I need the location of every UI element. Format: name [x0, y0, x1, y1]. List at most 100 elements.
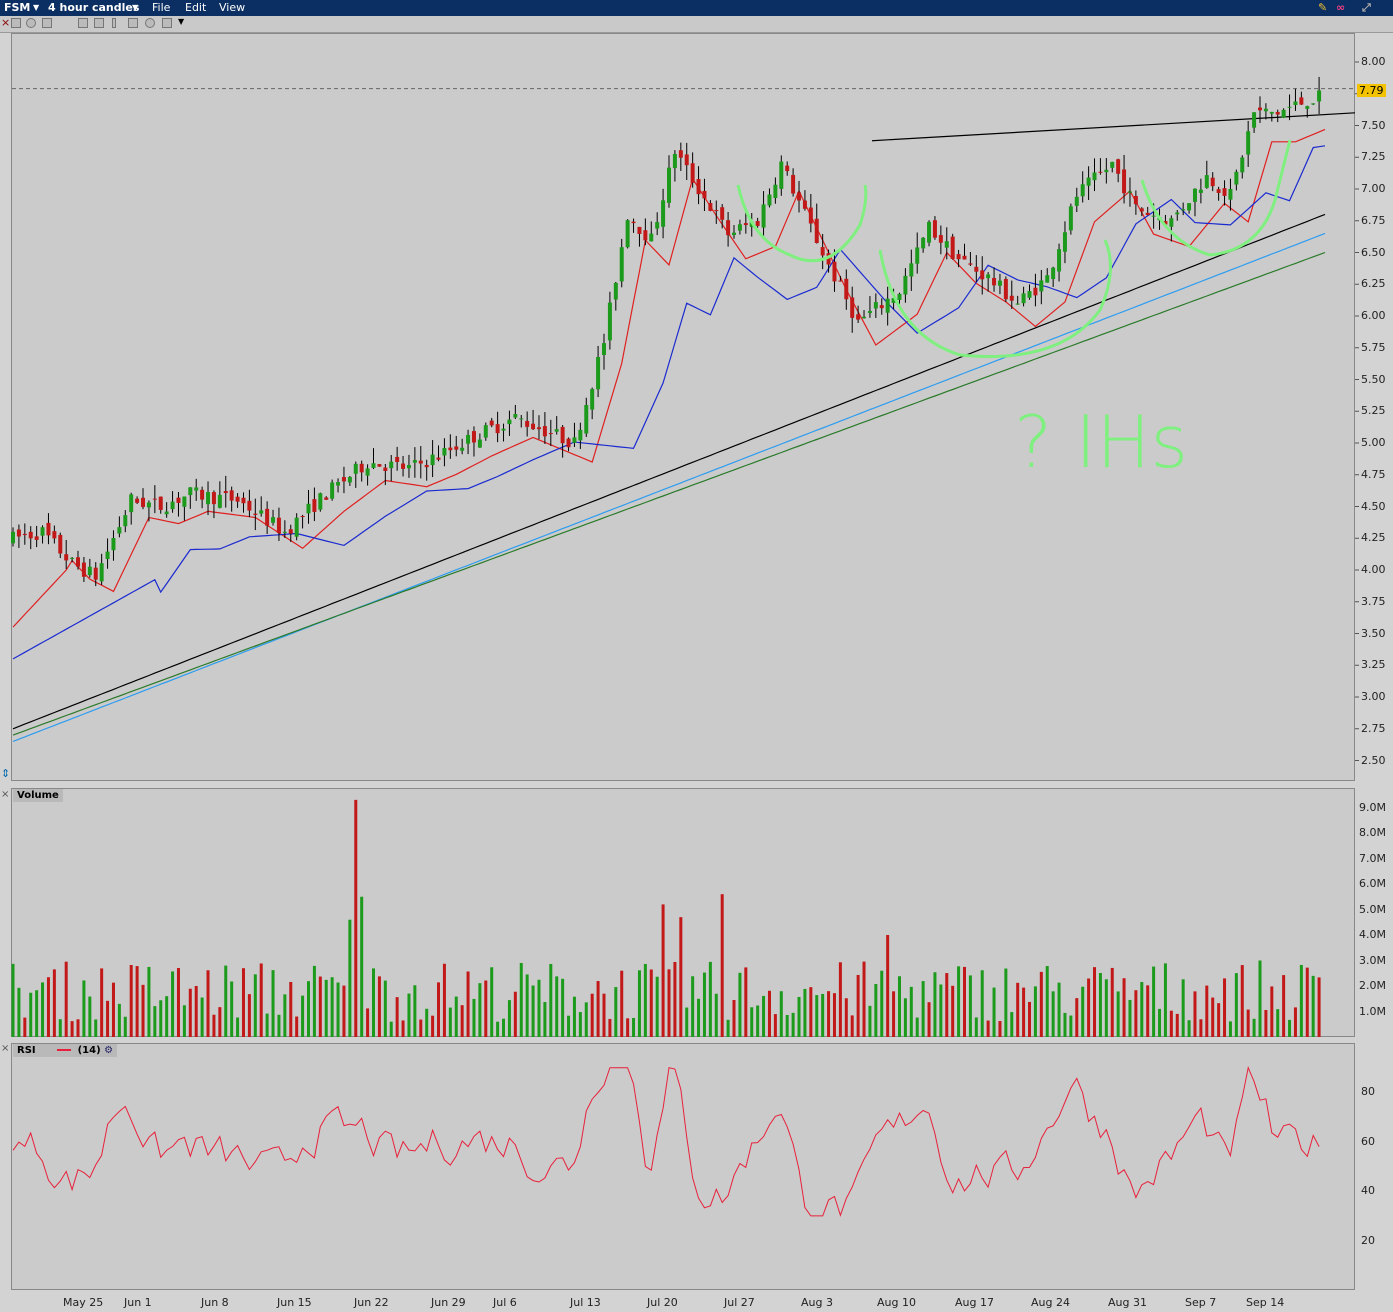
candle-body	[566, 438, 571, 448]
candle-body	[968, 263, 973, 265]
candle-body	[678, 150, 683, 158]
candle-body	[40, 527, 45, 536]
volume-bar	[856, 974, 860, 1037]
volume-bar	[224, 965, 228, 1037]
volume-bar	[283, 994, 287, 1037]
volume-bar	[608, 1018, 612, 1037]
volume-bar	[484, 980, 488, 1037]
volume-bar	[259, 963, 263, 1037]
candle-body	[667, 167, 671, 203]
candle-body	[460, 447, 465, 451]
candle-body	[158, 496, 163, 510]
volume-bar	[100, 968, 104, 1037]
volume-bar	[1228, 1021, 1232, 1037]
candle-body	[259, 510, 264, 514]
candle-body	[625, 220, 630, 248]
volume-bar	[312, 965, 316, 1037]
candle-body	[596, 357, 601, 390]
volume-bar	[1163, 963, 1167, 1037]
volume-bar	[324, 979, 328, 1037]
volume-bar	[182, 1005, 186, 1037]
candle-body	[927, 221, 932, 243]
candle-body	[300, 515, 305, 517]
volume-tick: 7.0M	[1359, 851, 1386, 865]
candle-body	[377, 464, 382, 467]
candle-body	[401, 463, 406, 469]
candle-body	[1110, 161, 1115, 168]
volume-bar	[572, 996, 576, 1037]
volume-bar	[1093, 967, 1097, 1037]
candle-body	[1187, 203, 1192, 211]
candle-body	[938, 235, 943, 243]
volume-bar	[106, 1000, 110, 1037]
candle-body	[294, 517, 299, 537]
price-tick: 4.50	[1361, 499, 1386, 513]
candle-body	[383, 467, 388, 471]
candle-body	[1039, 280, 1044, 292]
candle-body	[802, 200, 807, 209]
volume-bar	[377, 976, 381, 1037]
annotation-text: ? IHs	[1014, 400, 1188, 484]
candle-body	[690, 163, 695, 183]
volume-bar	[892, 991, 896, 1037]
candle-body	[1151, 215, 1156, 217]
volume-bar	[1240, 965, 1244, 1037]
candle-body	[483, 425, 488, 438]
candle-body	[1317, 90, 1322, 102]
volume-bar	[1081, 986, 1085, 1037]
candle-body	[672, 153, 677, 169]
candle-body	[944, 241, 949, 248]
volume-bar	[590, 993, 594, 1037]
volume-bar	[513, 991, 517, 1037]
volume-bar	[1039, 971, 1043, 1037]
rsi-tick: 40	[1361, 1184, 1375, 1198]
candle-body	[217, 494, 222, 508]
volume-bar	[614, 987, 618, 1037]
candle-body	[152, 498, 157, 500]
candle-body	[932, 220, 937, 238]
candle-body	[466, 434, 471, 444]
volume-bar	[602, 993, 606, 1037]
price-tick: 7.25	[1361, 150, 1386, 164]
rsi-tick: 20	[1361, 1233, 1375, 1247]
candle-body	[176, 497, 181, 503]
candle-body	[448, 447, 453, 451]
volume-bar	[945, 973, 949, 1037]
volume-bar	[147, 966, 151, 1037]
volume-bar	[372, 968, 376, 1037]
volume-bar	[537, 979, 541, 1037]
candle-body	[856, 314, 861, 320]
candle-body	[885, 298, 890, 313]
volume-bar	[785, 1014, 789, 1037]
price-tick: 3.00	[1361, 690, 1386, 703]
volume-bar	[649, 969, 653, 1037]
candle-body	[265, 508, 270, 526]
candle-body	[1127, 191, 1132, 193]
candle-body	[1086, 177, 1091, 186]
volume-bar	[52, 969, 56, 1037]
candle-body	[519, 418, 524, 420]
candle-body	[58, 534, 63, 554]
volume-bar	[437, 982, 441, 1037]
price-tick: 6.75	[1361, 213, 1386, 227]
candle-body	[330, 482, 335, 499]
candle-body	[412, 460, 417, 463]
candle-body	[714, 210, 719, 212]
volume-tick: 8.0M	[1359, 826, 1386, 839]
candle-body	[767, 194, 772, 206]
volume-bar	[838, 962, 842, 1037]
volume-bar	[1122, 978, 1126, 1037]
volume-bar	[974, 1017, 978, 1037]
volume-bar	[200, 997, 204, 1037]
candle-body	[1098, 171, 1103, 173]
price-tick: 4.75	[1361, 467, 1386, 481]
candle-body	[1080, 184, 1085, 197]
candle-body	[702, 190, 707, 199]
rsi-tick: 60	[1361, 1134, 1375, 1148]
volume-bar	[1187, 1020, 1191, 1037]
candle-body	[471, 431, 476, 443]
candle-body	[613, 282, 618, 300]
volume-bar	[35, 990, 39, 1037]
candle-body	[1269, 111, 1274, 114]
candle-body	[1210, 177, 1215, 187]
